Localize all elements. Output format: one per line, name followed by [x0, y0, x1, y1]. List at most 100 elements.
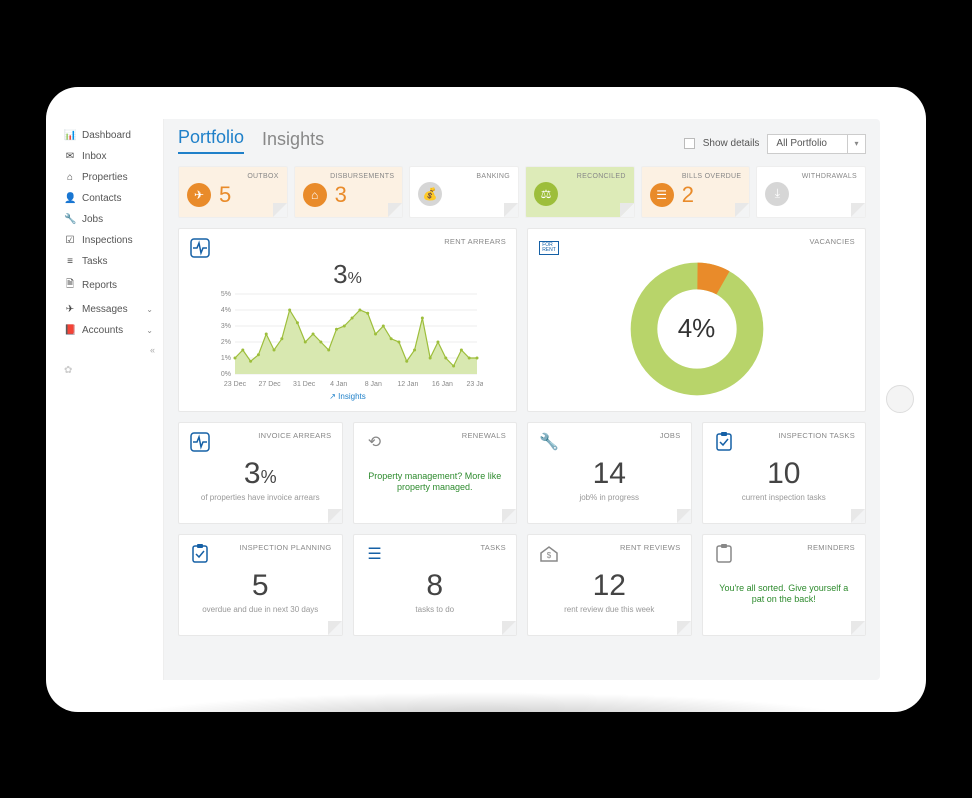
home-icon: ⌂ [64, 172, 76, 183]
card-value: 14 [538, 457, 681, 491]
card-value: 8 [364, 569, 507, 603]
svg-text:4%: 4% [220, 307, 230, 314]
card-title: RENT ARREARS [444, 237, 506, 246]
sidebar-item-tasks[interactable]: ≡Tasks [54, 251, 163, 272]
chip-label: OUTBOX [187, 173, 279, 180]
clipboard-icon [713, 543, 735, 565]
wrench-icon: 🔧 [538, 431, 560, 453]
card-title: RENT REVIEWS [620, 543, 681, 552]
svg-text:16 Jan: 16 Jan [431, 381, 452, 388]
clipboard-check-icon [189, 543, 211, 565]
sidebar-item-inbox[interactable]: ✉Inbox [54, 146, 163, 167]
refresh-icon: ⟲ [364, 431, 386, 453]
clipboard-icon: ☑ [64, 235, 76, 246]
sidebar-item-dashboard[interactable]: 📊Dashboard [54, 125, 163, 146]
wrench-icon: 🔧 [64, 214, 76, 225]
chip-withdrawals[interactable]: WITHDRAWALS⤓ [756, 166, 866, 218]
house-dollar-icon: $ [538, 543, 560, 565]
chip-value: 3 [335, 182, 347, 208]
card-value: 5 [189, 569, 332, 603]
sidebar-item-label: Contacts [82, 193, 121, 204]
chip-label: BANKING [418, 173, 510, 180]
card-rent-reviews[interactable]: $ RENT REVIEWS 12 rent review due this we… [527, 534, 692, 636]
stats-strip: OUTBOX ✈ 5 DISBURSEMENTS ⌂ 3 BANKING💰 RECONC… [178, 166, 866, 218]
card-inspection-planning[interactable]: INSPECTION PLANNING 5 overdue and due in… [178, 534, 343, 636]
card-value: 3% [189, 457, 332, 491]
portfolio-select[interactable]: All Portfolio [767, 134, 848, 154]
scales-icon: ⚖ [534, 182, 558, 206]
card-title: INVOICE ARREARS [258, 431, 331, 440]
sidebar-collapse-button[interactable]: « [54, 341, 163, 359]
chip-label: BILLS OVERDUE [650, 173, 742, 180]
heartbeat-icon [189, 431, 211, 453]
card-tasks[interactable]: ☰TASKS 8 tasks to do [353, 534, 518, 636]
card-subtitle: rent review due this week [538, 605, 681, 614]
topbar: Portfolio Insights Show details All Port… [178, 127, 866, 154]
sidebar-item-label: Messages [82, 304, 128, 315]
svg-text:27 Dec: 27 Dec [258, 381, 281, 388]
card-message: Property management? More like property … [364, 471, 507, 494]
tab-insights[interactable]: Insights [262, 129, 324, 154]
chip-label: DISBURSEMENTS [303, 173, 395, 180]
portfolio-select-value: All Portfolio [776, 138, 827, 149]
card-value: 10 [713, 457, 856, 491]
card-reminders[interactable]: REMINDERS You're all sorted. Give yourse… [702, 534, 867, 636]
sidebar-item-jobs[interactable]: 🔧 Jobs [54, 209, 163, 230]
card-title: TASKS [480, 543, 506, 552]
chip-outbox[interactable]: OUTBOX ✈ 5 [178, 166, 288, 218]
card-title: INSPECTION TASKS [778, 431, 855, 440]
card-subtitle: current inspection tasks [713, 493, 856, 502]
card-vacancies[interactable]: FORRENT VACANCIES 4% [527, 228, 866, 412]
chip-value: 2 [682, 182, 694, 208]
card-subtitle: of properties have invoice arrears [189, 493, 332, 502]
send-icon: ✈ [187, 183, 211, 207]
svg-text:23 Dec: 23 Dec [223, 381, 246, 388]
sidebar-item-inspections[interactable]: ☑ Inspections [54, 230, 163, 251]
card-title: JOBS [660, 431, 681, 440]
sidebar-item-accounts[interactable]: 📕Accounts⌄ [54, 320, 163, 341]
sidebar-item-label: Inspections [82, 235, 133, 246]
chip-bills-overdue[interactable]: BILLS OVERDUE ☰ 2 [641, 166, 751, 218]
heartbeat-icon [189, 237, 211, 259]
insights-link[interactable]: ↗ Insights [329, 392, 366, 401]
tablet-home-button[interactable] [886, 385, 914, 413]
card-jobs[interactable]: 🔧JOBS 14 job% in progress [527, 422, 692, 524]
rent-arrears-value: 3% [333, 259, 362, 290]
bill-icon: ☰ [650, 183, 674, 207]
show-details-checkbox[interactable] [684, 138, 695, 149]
house-money-icon: ⌂ [303, 183, 327, 207]
rent-arrears-chart: 0%1%2%3%4%5%23 Dec27 Dec31 Dec4 Jan8 Jan… [213, 290, 483, 390]
tab-portfolio[interactable]: Portfolio [178, 127, 244, 154]
sidebar-item-contacts[interactable]: 👤Contacts [54, 188, 163, 209]
chip-label: WITHDRAWALS [765, 173, 857, 180]
sidebar-item-label: Properties [82, 172, 128, 183]
chip-banking[interactable]: BANKING💰 [409, 166, 519, 218]
portfolio-select-caret[interactable]: ▾ [848, 134, 866, 154]
send-icon: ✈ [64, 304, 76, 315]
card-subtitle: tasks to do [364, 605, 507, 614]
card-value: 12 [538, 569, 681, 603]
card-inspection-tasks[interactable]: INSPECTION TASKS 10 current inspection t… [702, 422, 867, 524]
chip-disbursements[interactable]: DISBURSEMENTS ⌂ 3 [294, 166, 404, 218]
settings-gear-icon[interactable]: ✿ [54, 359, 163, 382]
sidebar-item-label: Jobs [82, 214, 103, 225]
sidebar-item-properties[interactable]: ⌂ Properties [54, 167, 163, 188]
svg-text:$: $ [547, 551, 552, 560]
sidebar-item-reports[interactable]: 🗎 Reports [54, 272, 163, 299]
card-rent-arrears[interactable]: RENT ARREARS 3% 0%1%2%3%4%5%23 Dec27 Dec… [178, 228, 517, 412]
chevron-down-icon: ⌄ [146, 305, 153, 314]
chip-reconciled[interactable]: RECONCILED ⚖ [525, 166, 635, 218]
card-title: INSPECTION PLANNING [240, 543, 332, 552]
cards-grid: RENT ARREARS 3% 0%1%2%3%4%5%23 Dec27 Dec… [178, 228, 866, 636]
tablet-reflection [106, 692, 866, 752]
document-icon: 🗎 [64, 277, 76, 294]
sidebar-item-label: Reports [82, 280, 117, 291]
chip-label: RECONCILED [534, 173, 626, 180]
sidebar-item-messages[interactable]: ✈ Messages ⌄ [54, 299, 163, 320]
chip-value: 5 [219, 182, 231, 208]
card-invoice-arrears[interactable]: INVOICE ARREARS 3% of properties have in… [178, 422, 343, 524]
card-subtitle: overdue and due in next 30 days [189, 605, 332, 614]
card-renewals[interactable]: ⟲RENEWALS Property management? More like… [353, 422, 518, 524]
dashboard-icon: 📊 [64, 130, 76, 141]
card-title: REMINDERS [807, 543, 855, 552]
